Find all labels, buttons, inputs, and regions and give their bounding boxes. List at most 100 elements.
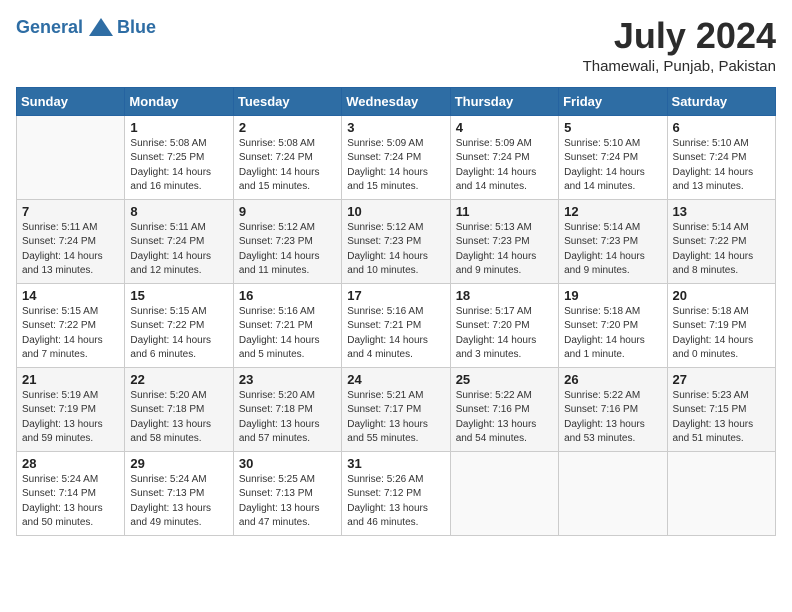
calendar-day-cell: 11 Sunrise: 5:13 AM Sunset: 7:23 PM Dayli… [450,199,558,283]
day-number: 19 [564,288,661,303]
weekday-header-cell: Wednesday [342,87,450,115]
day-number: 18 [456,288,553,303]
day-info: Sunrise: 5:12 AM Sunset: 7:23 PM Dayligh… [347,221,444,279]
calendar-week-row: 21 Sunrise: 5:19 AM Sunset: 7:19 PM Dayli… [17,367,776,451]
logo-icon [87,16,115,38]
day-number: 11 [456,204,553,219]
calendar-day-cell: 14Sunrise: 5:15 AM Sunset: 7:22 PM Dayli… [17,283,125,367]
calendar-day-cell: 16 Sunrise: 5:16 AM Sunset: 7:21 PM Dayli… [233,283,341,367]
day-number: 26 [564,372,661,387]
calendar-day-cell: 7 Sunrise: 5:11 AM Sunset: 7:24 PM Daylig… [17,199,125,283]
calendar-day-cell: 31 Sunrise: 5:26 AM Sunset: 7:12 PM Dayli… [342,451,450,535]
day-info: Sunrise: 5:15 AM Sunset: 7:22 PM Dayligh… [130,305,227,363]
day-info: Sunrise: 5:16 AM Sunset: 7:21 PM Dayligh… [347,305,444,363]
calendar-day-cell: 2Sunrise: 5:08 AM Sunset: 7:24 PM Daylig… [233,115,341,199]
day-number: 29 [130,456,227,471]
calendar-day-cell: 9Sunrise: 5:12 AM Sunset: 7:23 PM Daylig… [233,199,341,283]
calendar-day-cell: 1Sunrise: 5:08 AM Sunset: 7:25 PM Daylig… [125,115,233,199]
day-number: 21 [22,372,119,387]
weekday-header-cell: Friday [559,87,667,115]
calendar-day-cell: 30 Sunrise: 5:25 AM Sunset: 7:13 PM Dayli… [233,451,341,535]
day-info: Sunrise: 5:15 AM Sunset: 7:22 PM Dayligh… [22,305,119,363]
calendar-day-cell [17,115,125,199]
day-info: Sunrise: 5:20 AM Sunset: 7:18 PM Dayligh… [130,389,227,447]
day-number: 20 [673,288,770,303]
day-number: 9 [239,204,336,219]
calendar-day-cell: 22 Sunrise: 5:20 AM Sunset: 7:18 PM Dayli… [125,367,233,451]
calendar-day-cell: 29Sunrise: 5:24 AM Sunset: 7:13 PM Dayli… [125,451,233,535]
day-number: 24 [347,372,444,387]
calendar-day-cell: 3 Sunrise: 5:09 AM Sunset: 7:24 PM Daylig… [342,115,450,199]
day-number: 5 [564,120,661,135]
day-number: 4 [456,120,553,135]
calendar-day-cell: 21 Sunrise: 5:19 AM Sunset: 7:19 PM Dayli… [17,367,125,451]
day-number: 3 [347,120,444,135]
calendar-day-cell: 4 Sunrise: 5:09 AM Sunset: 7:24 PM Daylig… [450,115,558,199]
day-info: Sunrise: 5:25 AM Sunset: 7:13 PM Dayligh… [239,473,336,531]
day-number: 10 [347,204,444,219]
day-number: 30 [239,456,336,471]
day-info: Sunrise: 5:18 AM Sunset: 7:19 PM Dayligh… [673,305,770,363]
calendar-week-row: 28Sunrise: 5:24 AM Sunset: 7:14 PM Dayli… [17,451,776,535]
calendar-table: SundayMondayTuesdayWednesdayThursdayFrid… [16,87,776,536]
day-number: 27 [673,372,770,387]
title-block: July 2024 Thamewali, Punjab, Pakistan [583,16,776,75]
weekday-header-cell: Sunday [17,87,125,115]
weekday-header-cell: Tuesday [233,87,341,115]
day-info: Sunrise: 5:19 AM Sunset: 7:19 PM Dayligh… [22,389,119,447]
calendar-day-cell [667,451,775,535]
calendar-day-cell: 28Sunrise: 5:24 AM Sunset: 7:14 PM Dayli… [17,451,125,535]
calendar-day-cell [559,451,667,535]
day-number: 31 [347,456,444,471]
day-number: 13 [673,204,770,219]
logo-blue: Blue [117,17,156,38]
day-info: Sunrise: 5:22 AM Sunset: 7:16 PM Dayligh… [564,389,661,447]
day-number: 17 [347,288,444,303]
calendar-day-cell: 26 Sunrise: 5:22 AM Sunset: 7:16 PM Dayli… [559,367,667,451]
month-year: July 2024 [583,16,776,56]
day-info: Sunrise: 5:26 AM Sunset: 7:12 PM Dayligh… [347,473,444,531]
day-info: Sunrise: 5:21 AM Sunset: 7:17 PM Dayligh… [347,389,444,447]
day-number: 1 [130,120,227,135]
weekday-header-cell: Thursday [450,87,558,115]
day-info: Sunrise: 5:14 AM Sunset: 7:22 PM Dayligh… [673,221,770,279]
day-number: 6 [673,120,770,135]
day-info: Sunrise: 5:10 AM Sunset: 7:24 PM Dayligh… [564,137,661,195]
calendar-header-row: SundayMondayTuesdayWednesdayThursdayFrid… [17,87,776,115]
calendar-day-cell: 8Sunrise: 5:11 AM Sunset: 7:24 PM Daylig… [125,199,233,283]
calendar-day-cell: 23Sunrise: 5:20 AM Sunset: 7:18 PM Dayli… [233,367,341,451]
day-number: 22 [130,372,227,387]
logo-text: General [16,17,83,38]
day-number: 8 [130,204,227,219]
day-number: 12 [564,204,661,219]
day-info: Sunrise: 5:10 AM Sunset: 7:24 PM Dayligh… [673,137,770,195]
calendar-day-cell: 19 Sunrise: 5:18 AM Sunset: 7:20 PM Dayli… [559,283,667,367]
calendar-day-cell: 5 Sunrise: 5:10 AM Sunset: 7:24 PM Daylig… [559,115,667,199]
logo-general: General [16,17,83,37]
day-info: Sunrise: 5:22 AM Sunset: 7:16 PM Dayligh… [456,389,553,447]
day-number: 15 [130,288,227,303]
page-header: General Blue July 2024 Thamewali, Punjab… [16,16,776,75]
day-number: 7 [22,204,119,219]
day-info: Sunrise: 5:17 AM Sunset: 7:20 PM Dayligh… [456,305,553,363]
day-number: 23 [239,372,336,387]
day-info: Sunrise: 5:18 AM Sunset: 7:20 PM Dayligh… [564,305,661,363]
day-info: Sunrise: 5:14 AM Sunset: 7:23 PM Dayligh… [564,221,661,279]
calendar-day-cell: 13 Sunrise: 5:14 AM Sunset: 7:22 PM Dayli… [667,199,775,283]
day-info: Sunrise: 5:13 AM Sunset: 7:23 PM Dayligh… [456,221,553,279]
calendar-week-row: 1Sunrise: 5:08 AM Sunset: 7:25 PM Daylig… [17,115,776,199]
day-info: Sunrise: 5:24 AM Sunset: 7:14 PM Dayligh… [22,473,119,531]
day-number: 16 [239,288,336,303]
calendar-day-cell [450,451,558,535]
calendar-day-cell: 10 Sunrise: 5:12 AM Sunset: 7:23 PM Dayli… [342,199,450,283]
weekday-header-cell: Saturday [667,87,775,115]
day-info: Sunrise: 5:11 AM Sunset: 7:24 PM Dayligh… [22,221,119,279]
day-info: Sunrise: 5:09 AM Sunset: 7:24 PM Dayligh… [456,137,553,195]
location: Thamewali, Punjab, Pakistan [583,58,776,75]
calendar-week-row: 14Sunrise: 5:15 AM Sunset: 7:22 PM Dayli… [17,283,776,367]
day-info: Sunrise: 5:08 AM Sunset: 7:24 PM Dayligh… [239,137,336,195]
day-info: Sunrise: 5:09 AM Sunset: 7:24 PM Dayligh… [347,137,444,195]
calendar-day-cell: 15 Sunrise: 5:15 AM Sunset: 7:22 PM Dayli… [125,283,233,367]
calendar-week-row: 7 Sunrise: 5:11 AM Sunset: 7:24 PM Daylig… [17,199,776,283]
day-info: Sunrise: 5:16 AM Sunset: 7:21 PM Dayligh… [239,305,336,363]
